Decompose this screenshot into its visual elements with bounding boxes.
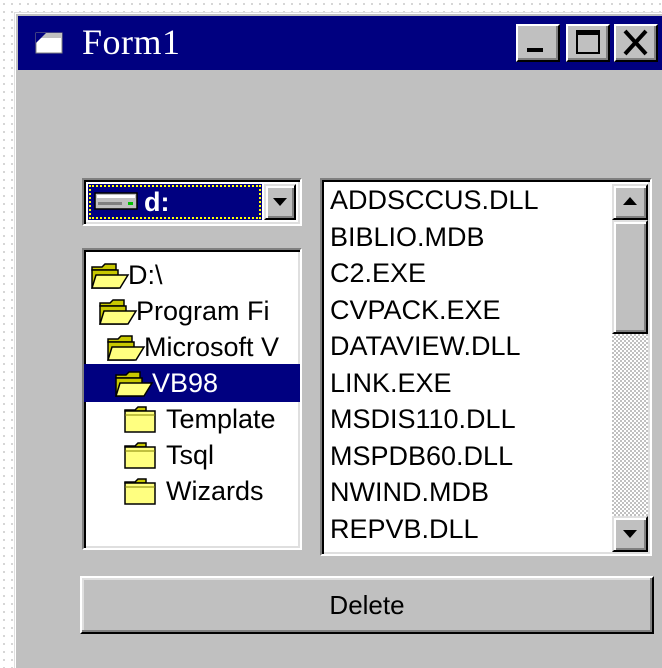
- scroll-down-arrow-icon: [623, 530, 637, 538]
- directory-item[interactable]: Wizards: [84, 472, 300, 510]
- file-item[interactable]: REPVB.DLL: [330, 511, 479, 547]
- file-item[interactable]: BIBLIO.MDB: [330, 219, 485, 255]
- close-button[interactable]: [614, 24, 658, 62]
- scroll-down-button[interactable]: [612, 516, 648, 552]
- minimize-button[interactable]: [516, 24, 560, 62]
- file-item[interactable]: MSDIS110.DLL: [330, 401, 516, 437]
- open-folder-icon: [90, 263, 130, 289]
- file-item[interactable]: CVPACK.EXE: [330, 292, 501, 328]
- maximize-button[interactable]: [566, 24, 610, 62]
- close-icon: [623, 29, 648, 56]
- file-item[interactable]: LINK.EXE: [330, 365, 452, 401]
- file-item[interactable]: C2.EXE: [330, 255, 426, 291]
- drive-dropdown-button[interactable]: [264, 184, 296, 220]
- open-folder-icon: [106, 335, 146, 361]
- directory-item-label: VB98: [152, 368, 219, 398]
- directory-item-label: Template: [166, 404, 276, 434]
- directory-item[interactable]: VB98: [84, 364, 300, 402]
- closed-folder-icon: [124, 478, 156, 505]
- chevron-down-icon: [273, 198, 287, 206]
- maximize-icon: [576, 30, 600, 54]
- scroll-thumb[interactable]: [612, 220, 648, 334]
- directory-list-box[interactable]: D:\ Program Fi Microsoft V VB98 Template Tsql…: [82, 248, 302, 550]
- vertical-scrollbar[interactable]: [612, 184, 648, 552]
- minimize-icon: [527, 48, 543, 52]
- file-list-box[interactable]: ADDSCCUS.DLL BIBLIO.MDB C2.EXE CVPACK.EXE DA…: [320, 178, 652, 556]
- open-folder-icon: [114, 371, 154, 397]
- window-title: Form1: [82, 22, 181, 62]
- scroll-up-arrow-icon: [623, 197, 637, 205]
- hard-drive-icon: [94, 192, 138, 210]
- file-item[interactable]: ADDSCCUS.DLL: [330, 182, 539, 218]
- drive-list-box[interactable]: d:: [82, 178, 302, 226]
- file-item[interactable]: MSPDB60.DLL: [330, 438, 513, 474]
- open-folder-icon: [98, 299, 138, 325]
- directory-item-label: Wizards: [166, 476, 264, 506]
- directory-item[interactable]: Tsql: [84, 436, 300, 474]
- scroll-up-button[interactable]: [612, 184, 648, 220]
- directory-item[interactable]: Microsoft V: [84, 328, 300, 366]
- closed-folder-icon: [124, 442, 156, 469]
- drive-label: d:: [144, 187, 170, 217]
- form-window-icon: [35, 32, 63, 54]
- directory-item[interactable]: Template: [84, 400, 300, 438]
- file-item[interactable]: NWIND.MDB: [330, 474, 489, 510]
- file-item[interactable]: DATAVIEW.DLL: [330, 328, 521, 364]
- title-bar[interactable]: Form1: [18, 16, 662, 70]
- directory-item[interactable]: Program Fi: [84, 292, 300, 330]
- directory-item-label: Program Fi: [136, 296, 270, 326]
- directory-item-label: Microsoft V: [144, 332, 280, 362]
- closed-folder-icon: [124, 406, 156, 433]
- directory-item-label: D:\: [128, 260, 163, 290]
- directory-item[interactable]: D:\: [84, 256, 300, 294]
- drive-selection[interactable]: d:: [88, 184, 262, 220]
- directory-item-label: Tsql: [166, 440, 215, 470]
- delete-button[interactable]: Delete: [80, 576, 654, 634]
